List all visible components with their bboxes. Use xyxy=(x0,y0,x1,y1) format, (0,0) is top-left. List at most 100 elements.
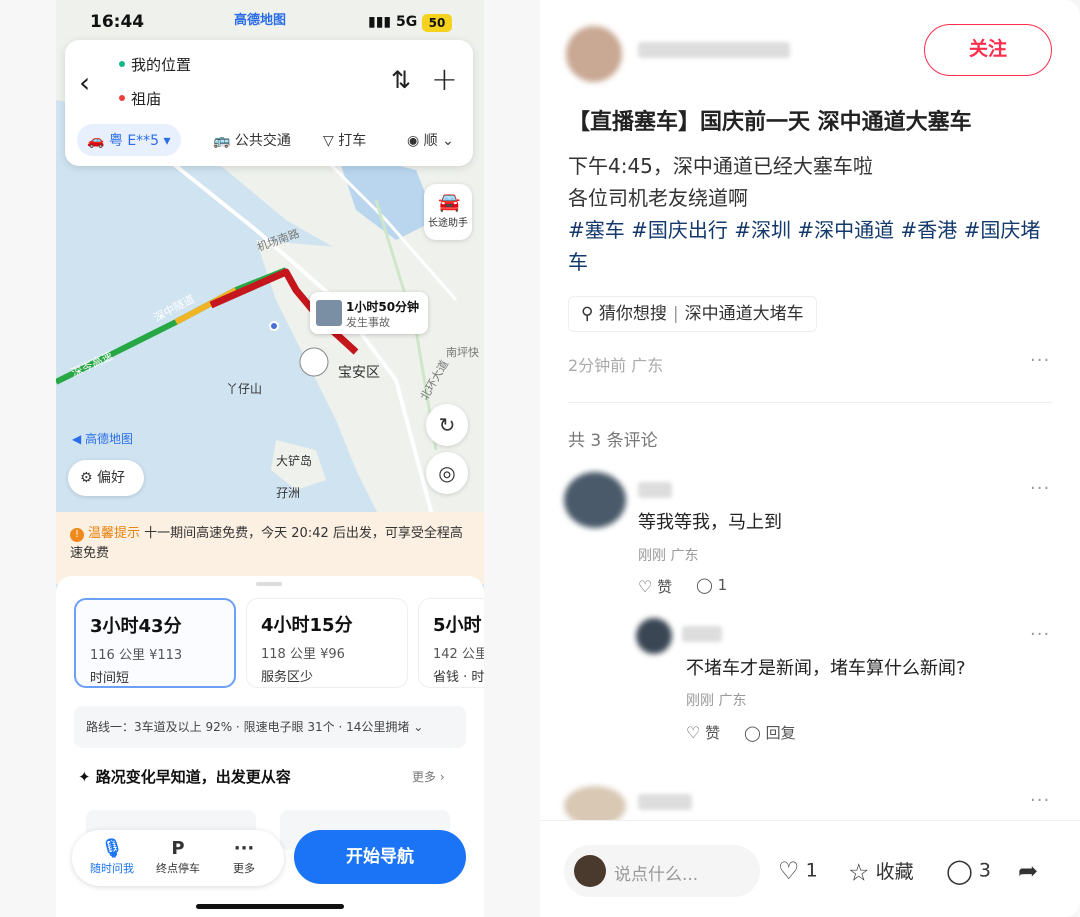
ask-me-button[interactable]: 🎙 随时问我 xyxy=(82,838,142,876)
follow-button[interactable]: 关注 xyxy=(924,24,1052,76)
reply-meta: 刚刚 广东 xyxy=(686,693,747,709)
mode-more-button[interactable]: ◉ 顺 ⌄ xyxy=(407,130,454,150)
more-options-icon[interactable]: ··· xyxy=(1030,624,1050,645)
preference-button[interactable]: ⚙ 偏好 xyxy=(68,460,144,496)
replier-avatar[interactable] xyxy=(636,618,672,654)
mode-taxi-button[interactable]: ▽ 打车 xyxy=(323,130,366,150)
event-thumbnail xyxy=(316,300,342,326)
route-info-bar[interactable]: 路线一：3车道及以上 92% · 限速电子眼 31个 · 14公里拥堵 ⌄ xyxy=(74,706,466,748)
network-indicator: ▮▮▮ 5G xyxy=(368,14,418,30)
warning-icon: ! xyxy=(70,528,84,542)
reply-button[interactable]: ◯ 回复 xyxy=(744,722,796,743)
origin-field[interactable]: 我的位置 xyxy=(131,54,191,75)
battery-icon: 50 xyxy=(422,14,452,32)
map-label-place: 大铲岛 xyxy=(276,454,313,468)
comment-icon: ◯ xyxy=(946,857,973,885)
post-meta: 2分钟前 广东 xyxy=(568,356,664,375)
more-button[interactable]: ··· 更多 xyxy=(214,838,274,876)
screenshot-root: 16:44 高德地图 ▮▮▮ 5G 50 ‹ 我的位置 祖庙 ⇅ + 🚗 粤 E… xyxy=(0,0,1080,917)
comment-count: 共 3 条评论 xyxy=(568,431,658,451)
comment-icon: ◯ xyxy=(744,724,761,742)
hashtag[interactable]: #深圳 xyxy=(734,218,791,242)
author-avatar[interactable] xyxy=(566,26,622,82)
long-trip-assistant-button[interactable]: 🚘 长途助手 xyxy=(424,184,472,240)
more-options-icon[interactable]: ··· xyxy=(1030,350,1050,371)
voice-icon: 🎙 xyxy=(100,838,124,859)
like-button[interactable]: ♡ 赞 xyxy=(638,576,672,597)
map-label-district: 宝安区 xyxy=(338,365,380,381)
hashtag[interactable]: #国庆出行 xyxy=(631,218,728,242)
hashtag[interactable]: #塞车 xyxy=(568,218,625,242)
swap-icon[interactable]: ⇅ xyxy=(391,66,411,94)
hashtag[interactable]: #深中通道 xyxy=(797,218,894,242)
hashtag-list: #塞车 #国庆出行 #深圳 #深中通道 #香港 #国庆堵车 xyxy=(568,214,1052,278)
comment-input[interactable]: 说点什么... xyxy=(564,845,760,897)
map-label-place: 孖洲 xyxy=(276,486,301,500)
status-app-name: 高德地图 xyxy=(234,13,287,28)
refresh-icon[interactable]: ↻ xyxy=(426,404,468,446)
route-option[interactable]: 3小时43分 116 公里 ¥113 时间短 xyxy=(74,598,236,688)
comments-button[interactable]: ◯ 3 xyxy=(946,857,991,885)
star-icon: ☆ xyxy=(848,858,870,887)
start-navigation-button[interactable]: 开始导航 xyxy=(294,830,466,884)
share-icon[interactable]: ➦ xyxy=(1018,857,1038,885)
destination-field[interactable]: 祖庙 xyxy=(131,88,161,109)
route-input-card: ‹ 我的位置 祖庙 ⇅ + 🚗 粤 E**5 ▾ 🚌 公共交通 ▽ 打车 ◉ 顺… xyxy=(65,40,473,166)
parking-icon: P xyxy=(171,838,185,859)
event-delay: 1小时50分钟 xyxy=(346,300,420,314)
destination-parking-button[interactable]: P 终点停车 xyxy=(148,838,208,876)
status-bar: 16:44 高德地图 ▮▮▮ 5G 50 xyxy=(56,0,484,40)
bottom-tool-bar: 🎙 随时问我 P 终点停车 ··· 更多 xyxy=(72,830,284,886)
back-icon[interactable]: ‹ xyxy=(79,66,103,99)
commenter-name[interactable] xyxy=(638,794,692,810)
collect-button[interactable]: ☆ 收藏 xyxy=(848,857,914,887)
like-button[interactable]: ♡ 赞 xyxy=(686,722,720,743)
map-label-road: 南坪快 xyxy=(446,346,479,359)
post-footer: 说点什么... ♡ 1 ☆ 收藏 ◯ 3 ➦ xyxy=(540,820,1080,917)
replier-name[interactable] xyxy=(682,626,722,642)
map-logo: ◀ 高德地图 xyxy=(72,432,134,446)
hashtag[interactable]: #香港 xyxy=(901,218,958,242)
related-search-chip[interactable]: ⚲ 猜你想搜 | 深中通道大堵车 xyxy=(568,296,817,332)
commenter-name[interactable] xyxy=(638,482,672,498)
author-name[interactable] xyxy=(638,42,790,58)
divider xyxy=(568,402,1052,403)
travel-mode-row: 🚗 粤 E**5 ▾ 🚌 公共交通 ▽ 打车 ◉ 顺 ⌄ xyxy=(77,122,467,156)
route-option[interactable]: 4小时15分 118 公里 ¥96 服务区少 xyxy=(246,598,408,688)
post-title: 【直播塞车】国庆前一天 深中通道大塞车 xyxy=(568,110,972,135)
event-desc: 发生事故 xyxy=(346,316,390,329)
heart-icon: ♡ xyxy=(638,577,653,596)
assist-label: 长途助手 xyxy=(428,218,468,229)
sheet-handle[interactable] xyxy=(256,582,282,586)
mode-car-button[interactable]: 🚗 粤 E**5 ▾ xyxy=(77,124,181,156)
reply-text: 不堵车才是新闻，堵车算什么新闻? xyxy=(686,658,966,679)
user-avatar xyxy=(574,855,606,887)
comment-icon: ◯ xyxy=(696,576,713,594)
heart-icon: ♡ xyxy=(686,723,701,742)
car-icon: 🚘 xyxy=(438,192,461,213)
more-options-icon[interactable]: ··· xyxy=(1030,790,1050,811)
destination-dot-icon xyxy=(119,95,125,101)
origin-dot-icon xyxy=(119,61,125,67)
post-panel: 关注 【直播塞车】国庆前一天 深中通道大塞车 下午4:45，深中通道已经大塞车啦… xyxy=(540,0,1080,917)
comment-text: 等我等我，马上到 xyxy=(638,512,782,533)
route-option[interactable]: 5小时 142 公里 省钱 · 时 xyxy=(418,598,484,688)
map-label-place: 丫仔山 xyxy=(226,382,263,396)
map-app-screenshot: 16:44 高德地图 ▮▮▮ 5G 50 ‹ 我的位置 祖庙 ⇅ + 🚗 粤 E… xyxy=(56,0,484,917)
mode-transit-button[interactable]: 🚌 公共交通 xyxy=(213,130,291,150)
post-body: 下午4:45，深中通道已经大塞车啦 各位司机老友绕道啊 #塞车 #国庆出行 #深… xyxy=(568,150,1052,278)
more-options-icon[interactable]: ··· xyxy=(1030,478,1050,499)
traffic-event-bubble[interactable]: 1小时50分钟 发生事故 xyxy=(310,292,428,334)
commenter-avatar[interactable] xyxy=(564,472,626,528)
reply-count-button[interactable]: ◯ 1 xyxy=(696,576,727,594)
more-link[interactable]: 更多 › xyxy=(412,768,445,785)
locate-icon[interactable]: ◎ xyxy=(426,452,468,494)
status-time: 16:44 xyxy=(90,12,145,32)
notice-banner: ! 温馨提示 十一期间高速免费，今天 20:42 后出发，可享受全程高速免费 xyxy=(56,512,484,584)
add-waypoint-icon[interactable]: + xyxy=(431,60,458,98)
alert-title: ✦ 路况变化早知道，出发更从容 xyxy=(78,768,291,786)
search-icon: ⚲ xyxy=(581,304,594,324)
like-post-button[interactable]: ♡ 1 xyxy=(778,857,818,885)
home-indicator[interactable] xyxy=(196,904,344,909)
chevron-down-icon: ⌄ xyxy=(413,720,424,734)
